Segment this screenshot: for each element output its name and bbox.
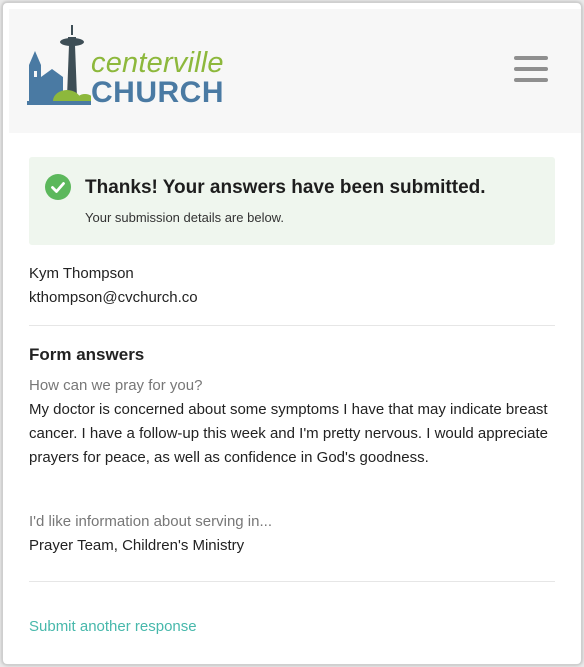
alert-subtitle: Your submission details are below. bbox=[85, 210, 284, 225]
submitter-email: kthompson@cvchurch.co bbox=[29, 289, 198, 306]
form-answers-title: Form answers bbox=[29, 345, 145, 364]
page-frame: centerville CHURCH Thanks! Your answers … bbox=[2, 2, 582, 665]
menu-bar bbox=[514, 67, 548, 71]
success-alert: Thanks! Your answers have been submitted… bbox=[29, 157, 555, 245]
submit-another-response-link[interactable]: Submit another response bbox=[29, 618, 197, 635]
question-label: I'd like information about serving in... bbox=[29, 513, 272, 530]
question-label: How can we pray for you? bbox=[29, 377, 203, 394]
church-logo[interactable]: centerville CHURCH bbox=[27, 25, 227, 109]
answer-text: My doctor is concerned about some sympto… bbox=[29, 401, 548, 466]
logo-text-church: CHURCH bbox=[91, 76, 224, 109]
site-header: centerville CHURCH bbox=[9, 9, 581, 133]
hamburger-menu-icon[interactable] bbox=[514, 56, 548, 86]
answer-text: Prayer Team, Children's Ministry bbox=[29, 537, 245, 554]
menu-bar bbox=[514, 78, 548, 82]
divider bbox=[29, 325, 555, 326]
divider bbox=[29, 581, 555, 582]
logo-text-centerville: centerville bbox=[91, 47, 224, 79]
alert-title: Thanks! Your answers have been submitted… bbox=[85, 177, 486, 198]
submitter-name: Kym Thompson bbox=[29, 265, 134, 282]
logo-mark-icon bbox=[27, 25, 91, 105]
check-circle-icon bbox=[45, 174, 71, 200]
menu-bar bbox=[514, 56, 548, 60]
